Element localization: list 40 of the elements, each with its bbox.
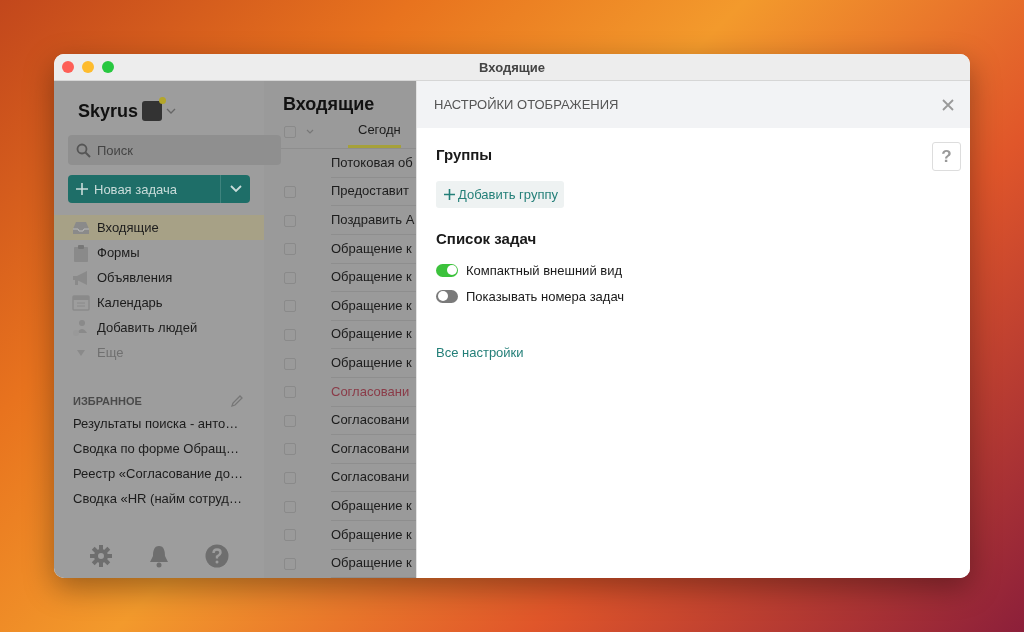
pencil-icon[interactable] [230,394,244,408]
tab[interactable]: Сегодн [348,122,401,149]
chevron-down-icon [229,185,242,193]
nav-item[interactable]: Добавить людей [54,315,264,340]
chevron-down-icon[interactable] [306,129,314,136]
nav-item[interactable]: Календарь [54,290,264,315]
clipboard-icon [73,243,89,262]
nav-item[interactable]: Объявления [54,265,264,290]
close-window-button[interactable] [62,61,74,73]
favorite-item[interactable]: Сводка «HR (найм сотруд… [54,486,264,511]
nav-item[interactable]: Входящие [54,215,264,240]
window-title: Входящие [479,59,545,75]
close-button[interactable] [942,98,954,111]
inbox-icon [72,219,90,236]
zoom-window-button[interactable] [102,61,114,73]
plus-icon [76,183,88,195]
help-icon[interactable] [204,544,229,568]
search-field[interactable]: Поиск [68,135,281,165]
section-heading: Список задач [436,230,538,247]
favorite-item[interactable]: Реестр «Согласование до… [54,461,264,486]
toggle-label: Компактный внешний вид [466,262,622,278]
favorite-item[interactable]: Сводка по форме Обращ… [54,436,264,461]
page-title: Входящие [282,93,376,116]
minimize-window-button[interactable] [82,61,94,73]
plus-icon [444,189,455,200]
toggle-switch[interactable] [436,289,458,303]
toggle-label: Показывать номера задач [466,288,625,304]
panel-title: НАСТРОЙКИ ОТОБРАЖЕНИЯ [434,97,619,112]
all-settings-link[interactable]: Все настройки [436,345,524,360]
bell-icon[interactable] [148,544,170,568]
nav-item[interactable]: Формы [54,240,264,265]
section-heading: ИЗБРАННОЕ [73,395,142,407]
settings-icon[interactable] [89,544,114,568]
toggle-switch[interactable] [436,263,458,277]
close-icon [942,98,954,111]
chevron-down-icon[interactable] [166,107,177,115]
brand-name: Skyrus [78,100,139,122]
add-group-button[interactable]: Добавить группу [436,181,564,208]
favorite-item[interactable]: Результаты поиска - анто… [54,411,264,436]
section-heading: Группы [436,146,493,163]
